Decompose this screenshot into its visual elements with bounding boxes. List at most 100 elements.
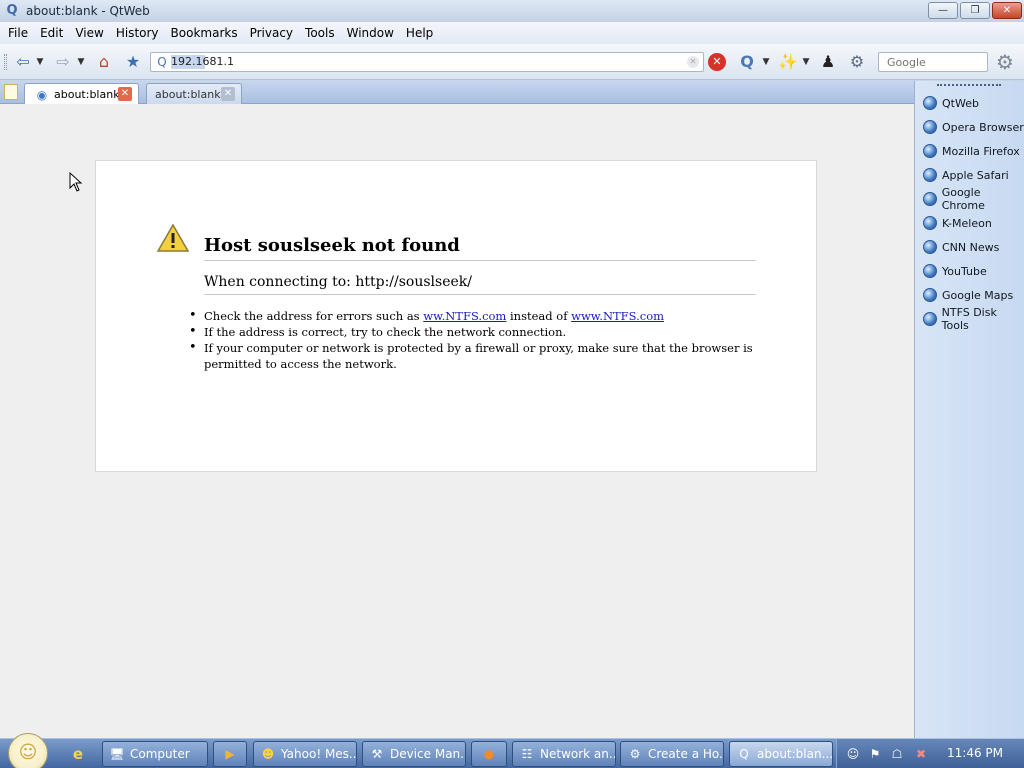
menu-view[interactable]: View: [70, 26, 108, 40]
menu-privacy[interactable]: Privacy: [245, 26, 298, 40]
proxy-settings-icon[interactable]: ⚙: [847, 52, 867, 72]
menu-history[interactable]: History: [111, 26, 164, 40]
device-manager-icon: ⚒: [371, 747, 383, 761]
warning-icon: [156, 223, 190, 252]
messenger-tray-icon[interactable]: ☺: [845, 746, 861, 762]
address-bar[interactable]: Q ✕: [150, 52, 704, 72]
sidebar-item-cnn[interactable]: CNN News: [915, 235, 1024, 259]
back-arrow-icon[interactable]: ⇦: [12, 52, 34, 72]
sidebar-item-ntfs[interactable]: NTFS Disk Tools: [915, 306, 1024, 332]
yahoo-messenger-icon: ☻: [261, 747, 275, 761]
globe-icon: [923, 168, 937, 182]
wrong-url-link[interactable]: ww.NTFS.com: [423, 309, 506, 323]
magic-wand-icon[interactable]: ✨: [778, 52, 798, 72]
sidebar-item-opera[interactable]: Opera Browser: [915, 115, 1024, 139]
tab-about-blank[interactable]: about:blank ✕: [146, 83, 242, 104]
forward-dropdown-icon[interactable]: ▼: [76, 52, 86, 72]
stop-icon[interactable]: ✕: [708, 52, 728, 72]
tab-page-icon: ◉: [36, 87, 48, 102]
sidebar-item-youtube[interactable]: YouTube: [915, 259, 1024, 283]
error-title: Host souslseek not found: [204, 235, 460, 256]
minimize-button[interactable]: —: [928, 2, 958, 19]
task-device-manager[interactable]: ⚒ Device Man...: [362, 741, 466, 767]
menu-bookmarks[interactable]: Bookmarks: [166, 26, 243, 40]
globe-icon: [923, 120, 937, 134]
page-content: Host souslseek not found When connecting…: [0, 104, 914, 738]
title-bar: Q about:blank - QtWeb — ❐ ✕: [0, 0, 1024, 22]
network-tray-icon[interactable]: ☖: [889, 746, 905, 762]
start-button[interactable]: ☺: [8, 733, 48, 768]
qtweb-dropdown-icon[interactable]: ▼: [761, 52, 771, 72]
correct-url-link[interactable]: www.NTFS.com: [571, 309, 664, 323]
window-controls: — ❐ ✕: [928, 2, 1022, 19]
menu-window[interactable]: Window: [342, 26, 399, 40]
bookmark-star-icon[interactable]: ★: [123, 52, 143, 72]
sidebar-item-qtweb[interactable]: QtWeb: [915, 91, 1024, 115]
address-input[interactable]: [171, 53, 671, 71]
firefox-icon: ●: [483, 747, 495, 761]
menu-edit[interactable]: Edit: [35, 26, 68, 40]
media-player-icon: ▶: [225, 747, 235, 761]
globe-icon: [923, 264, 937, 278]
sidebar-grip[interactable]: [937, 84, 1001, 86]
tab-close-icon[interactable]: ✕: [118, 87, 132, 101]
taskbar: ☺ e 🖥 Computer ▶ ☻ Yahoo! Mes... ⚒ Device M…: [0, 733, 1024, 768]
internet-explorer-icon[interactable]: e: [68, 744, 88, 764]
window-title: about:blank - QtWeb: [26, 4, 150, 18]
qtweb-menu-icon[interactable]: Q: [736, 52, 758, 72]
volume-muted-icon[interactable]: ✖: [913, 746, 929, 762]
menu-help[interactable]: Help: [401, 26, 438, 40]
menu-file[interactable]: File: [3, 26, 33, 40]
sidebar-item-safari[interactable]: Apple Safari: [915, 163, 1024, 187]
sidebar-item-google-maps[interactable]: Google Maps: [915, 283, 1024, 307]
new-tab-icon[interactable]: [4, 84, 18, 100]
privacy-person-icon[interactable]: ♟: [818, 52, 838, 72]
sidebar-item-firefox[interactable]: Mozilla Firefox: [915, 139, 1024, 163]
task-create-homegroup[interactable]: ⚙ Create a Ho...: [620, 741, 724, 767]
forward-arrow-icon[interactable]: ⇨: [52, 52, 74, 72]
error-subtitle: When connecting to: http://souslseek/: [204, 274, 472, 290]
toolbar-grip[interactable]: [4, 54, 7, 70]
system-tray: ☺ ⚑ ☖ ✖ 11:46 PM: [836, 739, 1024, 768]
menu-bar: File Edit View History Bookmarks Privacy…: [0, 22, 1024, 44]
task-firefox[interactable]: ●: [471, 741, 507, 767]
site-icon: Q: [157, 55, 167, 69]
tab-label: about:blank: [155, 87, 221, 101]
sidebar-item-chrome[interactable]: Google Chrome: [915, 186, 1024, 212]
bookmarks-sidebar: QtWeb Opera Browser Mozilla Firefox Appl…: [914, 81, 1024, 738]
close-button[interactable]: ✕: [992, 2, 1022, 19]
clock[interactable]: 11:46 PM: [947, 746, 1003, 760]
menu-tools[interactable]: Tools: [300, 26, 340, 40]
settings-gear-icon[interactable]: ⚙: [993, 52, 1017, 72]
maximize-button[interactable]: ❐: [960, 2, 990, 19]
mouse-cursor-icon: [69, 172, 83, 192]
task-computer[interactable]: 🖥 Computer: [102, 741, 208, 767]
homegroup-icon: ⚙: [629, 747, 641, 761]
suggestion-item: If the address is correct, try to check …: [189, 324, 756, 340]
search-input[interactable]: [887, 53, 985, 71]
globe-icon: [923, 96, 937, 110]
globe-icon: [923, 312, 937, 326]
suggestion-item: If your computer or network is protected…: [189, 340, 756, 372]
qtweb-task-icon: Q: [739, 747, 749, 761]
sidebar-item-kmeleon[interactable]: K-Meleon: [915, 211, 1024, 235]
flag-icon[interactable]: ⚑: [867, 746, 883, 762]
error-card: Host souslseek not found When connecting…: [95, 160, 817, 472]
divider: [204, 294, 756, 295]
globe-icon: [923, 240, 937, 254]
tab-close-icon[interactable]: ✕: [221, 87, 235, 101]
tab-about-blank-active[interactable]: ◉ about:blank ✕: [24, 83, 139, 105]
clear-address-icon[interactable]: ✕: [687, 56, 699, 68]
back-dropdown-icon[interactable]: ▼: [35, 52, 45, 72]
network-icon: ☷: [521, 747, 533, 761]
globe-icon: [923, 192, 937, 206]
search-box[interactable]: [878, 52, 988, 72]
globe-icon: [923, 288, 937, 302]
home-icon[interactable]: ⌂: [94, 52, 114, 72]
qtweb-app-icon: Q: [6, 3, 18, 18]
task-yahoo-messenger[interactable]: ☻ Yahoo! Mes...: [253, 741, 357, 767]
task-qtweb[interactable]: Qabout:blan...: [729, 741, 833, 767]
wand-dropdown-icon[interactable]: ▼: [801, 52, 811, 72]
task-network[interactable]: ☷ Network an...: [512, 741, 616, 767]
task-media-player[interactable]: ▶: [213, 741, 247, 767]
